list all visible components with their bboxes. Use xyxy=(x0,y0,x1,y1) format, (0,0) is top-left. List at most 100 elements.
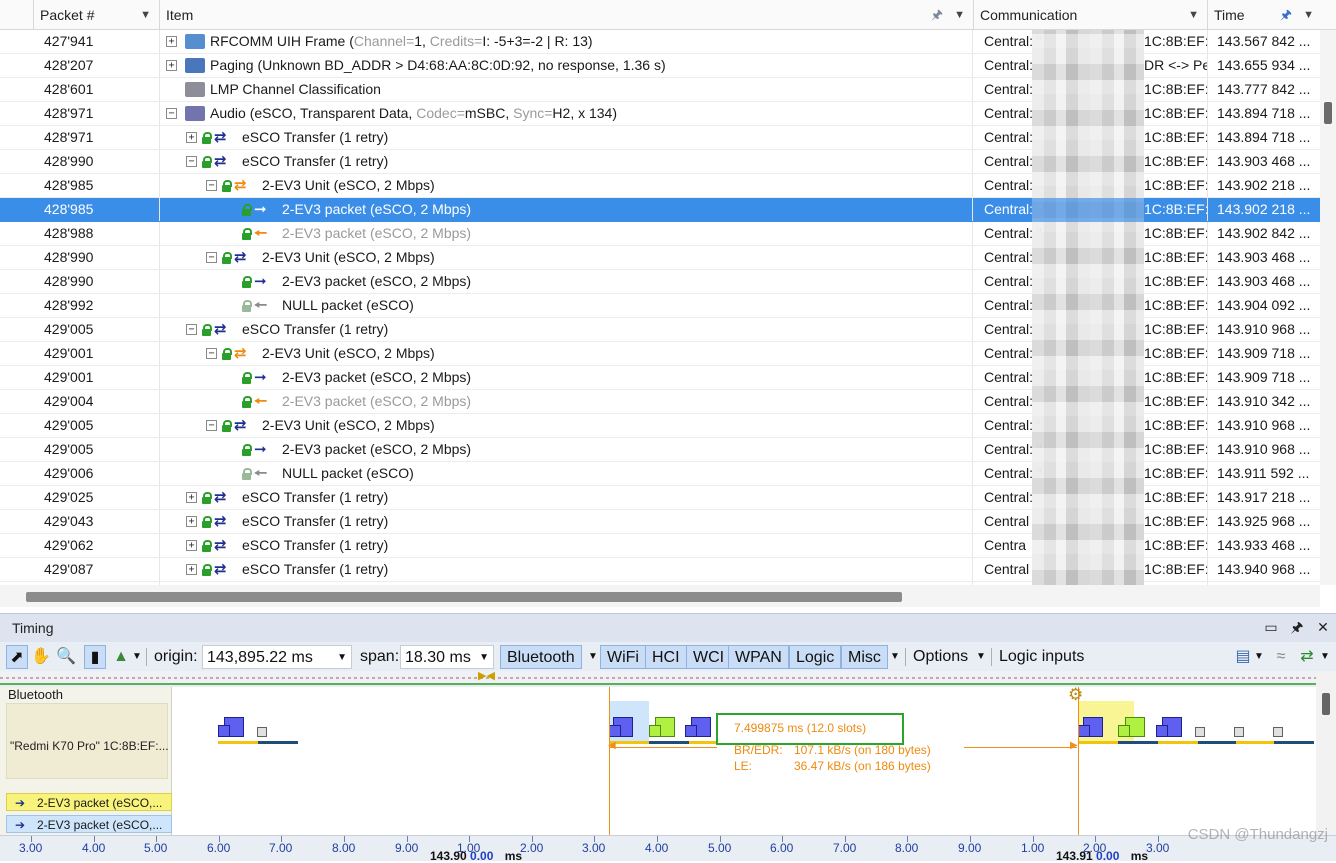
span-field[interactable]: 18.30 ms ▼ xyxy=(400,645,494,669)
expand-icon[interactable]: + xyxy=(166,60,177,71)
packet-mark[interactable] xyxy=(1156,725,1168,737)
cell-item: 🠔 NULL packet (eSCO) xyxy=(160,462,973,485)
time-marker[interactable] xyxy=(1078,687,1079,835)
collapse-icon[interactable]: − xyxy=(206,348,217,359)
timing-canvas[interactable]: ⚙ ◀ ▶ 7.499875 ms (12.0 slots) BR/EDR: 1… xyxy=(172,685,1316,835)
timing-vertical-scrollbar[interactable] xyxy=(1316,671,1336,835)
expand-icon[interactable]: + xyxy=(186,516,197,527)
logic-inputs-button[interactable]: Logic inputs xyxy=(999,645,1084,669)
cell-item: ➞ 2-EV3 packet (eSCO, 2 Mbps) xyxy=(160,198,973,221)
time-marker[interactable] xyxy=(609,687,610,835)
lock-icon xyxy=(202,492,212,504)
tab-bluetooth[interactable]: Bluetooth xyxy=(500,645,582,669)
pointer-tool-icon[interactable]: ⬈ xyxy=(6,645,28,669)
legend-item[interactable]: ➔ 2-EV3 packet (eSCO,... xyxy=(6,815,172,833)
packet-mark[interactable] xyxy=(649,725,661,737)
origin-field[interactable]: 143,895.22 ms ▼ xyxy=(202,645,352,669)
redacted-region xyxy=(1032,30,1144,600)
chevron-down-icon[interactable]: ▼ xyxy=(1254,645,1264,669)
arrow-right-icon: ➞ xyxy=(254,201,267,218)
zoom-tool-icon[interactable]: 🔍 xyxy=(55,645,77,669)
cell-time: 143.910 342 ... xyxy=(1217,393,1311,409)
transfer-arrows-icon: ⇄ xyxy=(234,177,247,194)
timeline-overview[interactable]: ▶◀ xyxy=(0,669,1316,685)
options-menu[interactable]: Options xyxy=(913,645,968,669)
vertical-scrollbar[interactable] xyxy=(1320,30,1336,585)
export-icon[interactable]: ▤ xyxy=(1232,645,1254,669)
packet-mark[interactable] xyxy=(1234,727,1244,737)
comm-text: Central: xyxy=(984,297,1034,313)
packet-mark[interactable] xyxy=(1118,725,1130,737)
cell-time: 143.909 718 ... xyxy=(1217,369,1311,385)
range-marker-icon[interactable]: ▶◀ xyxy=(478,669,495,682)
hand-tool-icon[interactable]: ✋ xyxy=(30,645,52,669)
column-header-item[interactable]: Item 🖈 ▼ xyxy=(160,0,974,30)
chevron-down-icon[interactable]: ▼ xyxy=(1303,0,1314,30)
packet-mark[interactable] xyxy=(1195,727,1205,737)
tab-wifi[interactable]: WiFi xyxy=(600,645,646,669)
item-label: eSCO Transfer (1 retry) xyxy=(242,513,389,529)
chevron-down-icon[interactable]: ▼ xyxy=(140,0,151,30)
lock-icon xyxy=(222,420,232,432)
row-gutter xyxy=(0,54,34,77)
chevron-down-icon[interactable]: ▼ xyxy=(132,645,142,669)
cell-packet: 429'043 xyxy=(34,510,160,533)
expand-icon[interactable]: + xyxy=(186,540,197,551)
collapse-icon[interactable]: − xyxy=(166,108,177,119)
signal-icon[interactable]: ≈ xyxy=(1270,645,1292,669)
marker-base: 143.91 xyxy=(1056,849,1093,863)
tab-hci[interactable]: HCI xyxy=(645,645,687,669)
scroll-thumb[interactable] xyxy=(1324,102,1332,124)
pin-icon[interactable]: 🖈 xyxy=(931,0,943,30)
chevron-down-icon[interactable]: ▼ xyxy=(1188,0,1199,30)
chevron-down-icon[interactable]: ▼ xyxy=(588,645,598,669)
pin-icon[interactable]: 🖈 xyxy=(1288,618,1306,636)
fit-icon[interactable]: ⇄ xyxy=(1296,645,1318,669)
collapse-icon[interactable]: − xyxy=(206,252,217,263)
tab-wpan[interactable]: WPAN xyxy=(728,645,789,669)
packet-mark[interactable] xyxy=(218,725,230,737)
chevron-down-icon[interactable]: ▼ xyxy=(479,646,489,670)
chevron-down-icon[interactable]: ▼ xyxy=(954,0,965,30)
measurement-box[interactable]: 7.499875 ms (12.0 slots) xyxy=(716,713,904,745)
packet-mark[interactable] xyxy=(609,725,621,737)
tab-misc[interactable]: Misc xyxy=(841,645,888,669)
ruler-tick: 8.00 xyxy=(332,841,356,855)
marker-handle-icon[interactable]: ⚙ xyxy=(1068,685,1083,705)
tab-logic[interactable]: Logic xyxy=(789,645,842,669)
window-restore-icon[interactable]: ▭ xyxy=(1262,618,1280,636)
chevron-down-icon[interactable]: ▼ xyxy=(976,645,986,669)
pin-icon[interactable]: 🖈 xyxy=(1280,0,1292,30)
le-value: 36.47 kB/s (on 186 bytes) xyxy=(794,759,931,773)
column-header-packet[interactable]: Packet # ▼ xyxy=(34,0,160,30)
horizontal-scrollbar[interactable] xyxy=(0,585,1320,607)
packet-mark[interactable] xyxy=(685,725,697,737)
collapse-icon[interactable]: − xyxy=(186,324,197,335)
scroll-thumb[interactable] xyxy=(1322,693,1330,715)
packet-mark[interactable] xyxy=(1078,725,1090,737)
collapse-icon[interactable]: − xyxy=(206,420,217,431)
packet-mark[interactable] xyxy=(257,727,267,737)
lock-icon xyxy=(222,252,232,264)
tab-wci[interactable]: WCI xyxy=(686,645,732,669)
cell-item: 🠔 NULL packet (eSCO) xyxy=(160,294,973,317)
scroll-thumb[interactable] xyxy=(26,592,902,602)
packet-mark[interactable] xyxy=(1273,727,1283,737)
column-header-time[interactable]: Time 🖈 ▼ xyxy=(1208,0,1336,30)
chevron-down-icon[interactable]: ▼ xyxy=(890,645,900,669)
legend-item[interactable]: ➔ 2-EV3 packet (eSCO,... xyxy=(6,793,172,811)
close-icon[interactable]: ✕ xyxy=(1314,618,1332,636)
expand-icon[interactable]: + xyxy=(186,564,197,575)
expand-icon[interactable]: + xyxy=(186,492,197,503)
expand-icon[interactable]: + xyxy=(166,36,177,47)
expand-icon[interactable]: + xyxy=(186,132,197,143)
marker-tool-icon[interactable]: ▲ xyxy=(110,645,132,669)
chevron-down-icon[interactable]: ▼ xyxy=(337,646,347,670)
collapse-icon[interactable]: − xyxy=(186,156,197,167)
column-header-communication[interactable]: Communication ▼ xyxy=(974,0,1208,30)
collapse-icon[interactable]: − xyxy=(206,180,217,191)
chevron-down-icon[interactable]: ▼ xyxy=(1320,645,1330,669)
row-gutter xyxy=(0,222,34,245)
panel-toggle-icon[interactable]: ▮ xyxy=(84,645,106,669)
item-label: Audio (eSCO, Transparent Data, Codec=mSB… xyxy=(210,102,617,125)
